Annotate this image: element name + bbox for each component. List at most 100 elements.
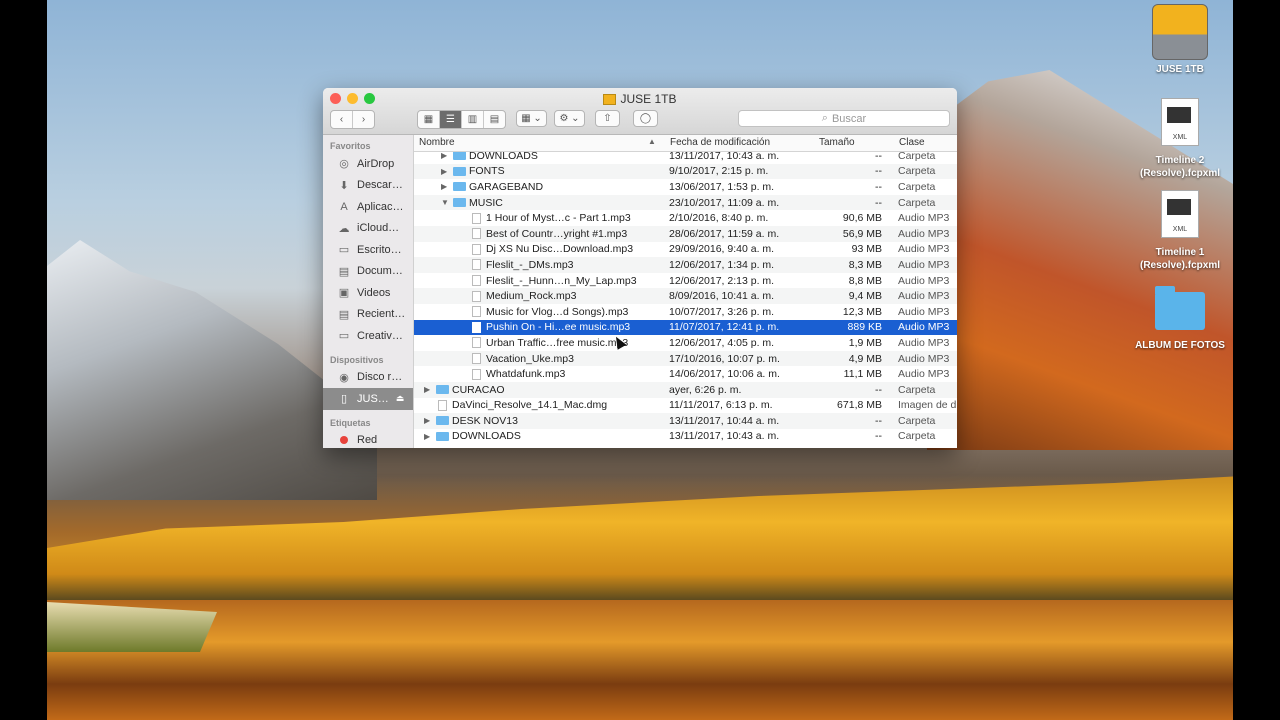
file-size: 56,9 MB: [842, 227, 882, 240]
file-date: 12/06/2017, 1:34 p. m.: [669, 258, 775, 271]
table-row[interactable]: ▶ CURACAO ayer, 6:26 p. m. -- Carpeta: [414, 381, 957, 398]
file-kind: Audio MP3: [898, 212, 950, 225]
sidebar-header-favorites: Favoritos: [330, 141, 371, 151]
disclosure-closed-icon[interactable]: ▶: [441, 151, 449, 160]
nav-buttons: ‹ ›: [330, 110, 375, 129]
table-row[interactable]: Best of Countr…yright #1.mp3 28/06/2017, …: [414, 225, 957, 242]
desktop-icon-label: ALBUM DE FOTOS: [1135, 340, 1225, 351]
disclosure-closed-icon[interactable]: ▶: [424, 432, 432, 441]
file-size: --: [875, 383, 882, 396]
file-size: 11,1 MB: [843, 368, 882, 381]
sidebar-item-favorite-1[interactable]: ⬇ Descar…: [323, 175, 413, 197]
table-row[interactable]: Vacation_Uke.mp3 17/10/2016, 10:07 p. m. 4…: [414, 350, 957, 367]
file-list: ▶ DOWNLOADS 13/11/2017, 10:43 a. m. -- Carpe…: [414, 148, 957, 444]
disclosure-closed-icon[interactable]: ▶: [424, 385, 432, 394]
gallery-view-button[interactable]: ▤: [484, 111, 505, 128]
applications-icon: A: [340, 200, 348, 213]
file-kind: Audio MP3: [898, 336, 950, 349]
sidebar-item-favorite-6[interactable]: ▣ Videos: [323, 282, 413, 304]
list-view-button[interactable]: ☰: [440, 111, 462, 128]
table-row[interactable]: ▶ GARAGEBAND 13/06/2017, 1:53 p. m. -- Carpe…: [414, 179, 957, 195]
desktop-folder-album-de-fotos[interactable]: ALBUM DE FOTOS: [1130, 286, 1230, 351]
sidebar-item-favorite-8[interactable]: ▭ Creativ…: [323, 325, 413, 347]
column-header-kind[interactable]: Clase: [899, 137, 925, 148]
column-header-name[interactable]: Nombre: [419, 137, 455, 148]
table-row[interactable]: ▶ FONTS 9/10/2017, 2:15 p. m. -- Carpeta: [414, 163, 957, 180]
audio-file-icon: [472, 259, 481, 271]
forward-button[interactable]: ›: [353, 111, 374, 128]
table-row[interactable]: Dj XS Nu Disc…Download.mp3 29/09/2016, 9:…: [414, 242, 957, 258]
file-size: 12,3 MB: [842, 305, 882, 318]
sidebar-item-favorite-4[interactable]: ▭ Escrito…: [323, 239, 413, 261]
disclosure-open-icon[interactable]: ▼: [441, 198, 449, 207]
audio-file-icon: [472, 212, 481, 224]
file-kind: Audio MP3: [898, 274, 950, 287]
file-date: 8/09/2016, 10:41 a. m.: [669, 290, 775, 303]
column-header-size[interactable]: Tamaño: [819, 137, 855, 148]
table-row[interactable]: ▶ DOWNLOADS 13/11/2017, 10:43 a. m. -- Carpe…: [414, 429, 957, 445]
downloads-icon: ⬇: [339, 179, 349, 192]
table-row[interactable]: Music for Vlog…d Songs).mp3 10/07/2017, 3…: [414, 304, 957, 320]
file-kind: Audio MP3: [898, 227, 950, 240]
desktop-icon-label: Timeline 2 (Resolve).fcpxml: [1139, 155, 1221, 179]
file-list-pane: ▶ DOWNLOADS 13/11/2017, 10:43 a. m. -- Carpe…: [414, 135, 957, 448]
desktop-file-timeline-2[interactable]: XML Timeline 2 (Resolve).fcpxml: [1134, 98, 1226, 180]
back-button[interactable]: ‹: [331, 111, 353, 128]
file-size: 90,6 MB: [842, 212, 882, 225]
folder-icon: [453, 198, 466, 208]
file-date: 29/09/2016, 9:40 a. m.: [669, 243, 775, 256]
icon-view-button[interactable]: ▦: [418, 111, 440, 128]
title-bar[interactable]: JUSE 1TB ‹ › ▦ ☰ ▥ ▤ ▦ ⌄ ⚙ ⌄ ⇧ ◯ ⌕ Busca…: [323, 88, 957, 135]
fcpxml-file-icon: XML: [1161, 190, 1199, 238]
table-row[interactable]: 1 Hour of Myst…c - Part 1.mp3 2/10/2016, …: [414, 210, 957, 226]
disclosure-closed-icon[interactable]: ▶: [424, 416, 432, 425]
table-row[interactable]: Whatdafunk.mp3 14/06/2017, 10:06 a. m. 11,…: [414, 366, 957, 382]
sidebar-item-favorite-5[interactable]: ▤ Docum…: [323, 261, 413, 283]
audio-file-icon: [472, 306, 481, 318]
table-row[interactable]: Medium_Rock.mp3 8/09/2016, 10:41 a. m. 9,4…: [414, 288, 957, 304]
table-row[interactable]: Fleslit_-_DMs.mp3 12/06/2017, 1:34 p. m. 8…: [414, 257, 957, 273]
audio-file-icon: [472, 353, 481, 365]
disclosure-closed-icon[interactable]: ▶: [441, 167, 449, 176]
desktop-file-timeline-1[interactable]: XML Timeline 1 (Resolve).fcpxml: [1134, 190, 1226, 272]
table-row[interactable]: Urban Traffic…free music.mp3 12/06/2017, …: [414, 335, 957, 351]
tags-button[interactable]: ◯: [633, 110, 658, 127]
column-header-date[interactable]: Fecha de modificación: [670, 137, 770, 148]
file-date: ayer, 6:26 p. m.: [669, 383, 742, 396]
file-kind: Carpeta: [898, 165, 936, 178]
sidebar-item-device-0[interactable]: ◉ Disco r…: [323, 367, 413, 389]
wallpaper-lake: [47, 600, 1233, 720]
file-size: --: [875, 165, 882, 178]
action-gear-button[interactable]: ⚙ ⌄: [554, 110, 585, 127]
table-row[interactable]: ▶ DESK NOV13 13/11/2017, 10:44 a. m. -- Carp…: [414, 413, 957, 429]
sidebar-item-favorite-0[interactable]: ◎ AirDrop: [323, 153, 413, 175]
arrange-button[interactable]: ▦ ⌄: [516, 110, 547, 127]
sidebar-tag-red[interactable]: Red: [323, 430, 413, 449]
file-date: 12/06/2017, 4:05 p. m.: [669, 336, 775, 349]
disclosure-closed-icon[interactable]: ▶: [441, 182, 449, 191]
eject-icon[interactable]: ⏏: [396, 393, 405, 404]
file-name: CURACAO: [452, 383, 505, 396]
column-view-button[interactable]: ▥: [462, 111, 484, 128]
sidebar-item-favorite-2[interactable]: A Aplicac…: [323, 196, 413, 218]
audio-file-icon: [472, 243, 481, 255]
file-kind: Audio MP3: [898, 321, 950, 334]
table-row[interactable]: Pushin On - Hi…ee music.mp3 11/07/2017, 1…: [414, 319, 957, 336]
sidebar-item-favorite-3[interactable]: ☁ iCloud…: [323, 218, 413, 240]
airdrop-icon: ◎: [339, 158, 349, 171]
sidebar-item-favorite-7[interactable]: ▤ Recient…: [323, 304, 413, 326]
file-size: --: [875, 414, 882, 427]
file-name: Pushin On - Hi…ee music.mp3: [486, 321, 631, 334]
desktop-icon: ▭: [338, 244, 350, 257]
search-input[interactable]: ⌕ Buscar: [738, 110, 950, 127]
desktop-drive-juse[interactable]: JUSE 1TB: [1148, 4, 1212, 75]
file-name: MUSIC: [469, 196, 503, 209]
table-row[interactable]: Fleslit_-_Hunn…n_My_Lap.mp3 12/06/2017, 2…: [414, 273, 957, 289]
table-row[interactable]: ▼ MUSIC 23/10/2017, 11:09 a. m. -- Carpeta: [414, 194, 957, 211]
sidebar-item-device-1[interactable]: ▯ JUS… ⏏: [323, 388, 413, 410]
red-tag-icon: [337, 434, 351, 446]
sidebar: Favoritos ◎ AirDrop ⬇ Descar… A Aplicac… ☁ iClo…: [323, 135, 414, 448]
table-row[interactable]: DaVinci_Resolve_14.1_Mac.dmg 11/11/2017, …: [414, 398, 957, 414]
share-button[interactable]: ⇧: [595, 110, 620, 127]
hard-drive-icon: [1152, 4, 1208, 60]
